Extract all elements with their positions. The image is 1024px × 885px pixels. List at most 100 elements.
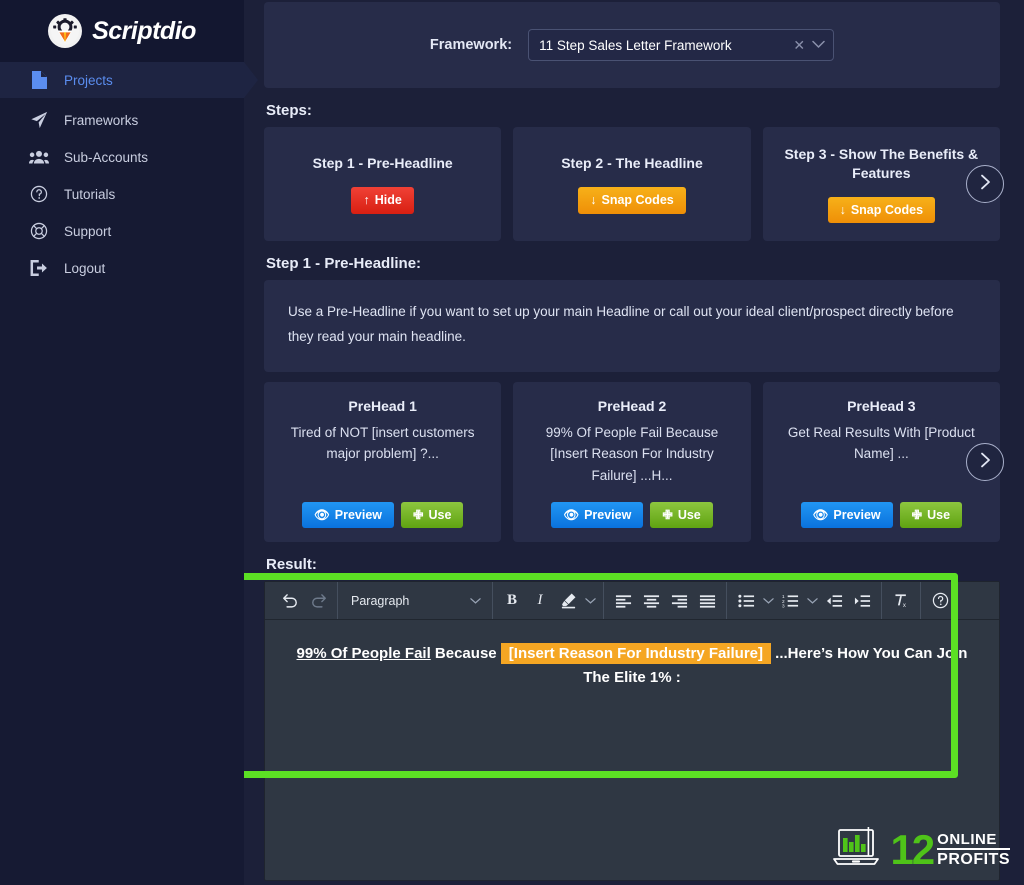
highlighter-pen-icon[interactable]	[554, 587, 582, 615]
main-content: Framework: 11 Step Sales Letter Framewor…	[244, 0, 1024, 885]
arrow-up-icon: ↑	[363, 193, 370, 208]
sidebar-item-label: Logout	[64, 260, 106, 276]
steps-next-arrow-button[interactable]	[966, 165, 1004, 203]
align-left-icon[interactable]	[609, 587, 637, 615]
watermark-words: ONLINE PROFITS	[937, 832, 1010, 868]
step-card[interactable]: Step 2 - The Headline ↓ Snap Codes	[513, 127, 751, 241]
app-root: Scriptdio Projects Frameworks Sub-Accoun…	[0, 0, 1024, 885]
plus-icon: ✙	[413, 507, 424, 522]
preview-button[interactable]: 👁 Preview	[800, 501, 893, 528]
sidebar-item-label: Support	[64, 223, 112, 239]
prehead-card-actions: 👁 Preview ✙ Use	[551, 501, 713, 528]
chevron-right-icon	[980, 174, 991, 195]
chevron-down-icon[interactable]	[760, 587, 776, 615]
snap-codes-button-label: Snap Codes	[850, 202, 924, 217]
steps-heading: Steps:	[266, 102, 312, 119]
life-ring-icon	[28, 220, 50, 242]
preheads-next-arrow-button[interactable]	[966, 443, 1004, 481]
step-card[interactable]: Step 3 - Show The Benefits & Features ↓ …	[762, 127, 1000, 241]
undo-arrow-icon[interactable]	[276, 587, 304, 615]
step-card-title: Step 2 - The Headline	[561, 155, 703, 172]
watermark-logo: 12 ONLINE PROFITS	[832, 826, 1010, 873]
document-icon	[28, 69, 50, 91]
chevron-down-icon[interactable]	[812, 38, 825, 52]
align-right-icon[interactable]	[665, 587, 693, 615]
framework-select[interactable]: 11 Step Sales Letter Framework ✕	[528, 29, 835, 61]
sidebar-item-logout[interactable]: Logout	[0, 250, 244, 286]
toolbar-group-help	[921, 582, 959, 619]
preview-button-label: Preview	[334, 507, 383, 522]
block-format-value: Paragraph	[351, 593, 410, 608]
outdent-icon[interactable]	[820, 587, 848, 615]
preview-button-label: Preview	[584, 507, 632, 522]
redo-arrow-icon[interactable]	[304, 587, 332, 615]
sidebar-item-label: Tutorials	[64, 186, 116, 202]
result-plain-text-1: Because	[430, 645, 501, 662]
sidebar-item-label: Projects	[64, 72, 113, 88]
numbered-list-icon[interactable]: 1 2 3	[776, 587, 804, 615]
close-x-icon[interactable]: ✕	[786, 37, 812, 54]
hide-button[interactable]: ↑ Hide	[351, 187, 414, 214]
chevron-down-icon[interactable]	[582, 587, 598, 615]
step-description-text: Use a Pre-Headline if you want to set up…	[288, 304, 954, 344]
eye-icon: 👁	[313, 507, 330, 522]
sidebar-item-projects[interactable]: Projects	[0, 62, 258, 98]
sidebar-nav: Projects Frameworks Sub-Accounts Tutoria…	[0, 62, 258, 286]
eye-icon: 👁	[563, 507, 580, 522]
framework-panel: Framework: 11 Step Sales Letter Framewor…	[264, 2, 1000, 88]
bullet-list-icon[interactable]	[732, 587, 760, 615]
prehead-card: PreHead 1 Tired of NOT [insert customers…	[264, 382, 502, 542]
toolbar-group-history	[271, 582, 338, 619]
sidebar: Scriptdio Projects Frameworks Sub-Accoun…	[0, 0, 258, 885]
watermark-line-2: PROFITS	[937, 850, 1010, 868]
align-center-icon[interactable]	[637, 587, 665, 615]
plus-icon: ✙	[662, 507, 673, 522]
sidebar-item-tutorials[interactable]: Tutorials	[0, 176, 244, 212]
clear-formatting-icon[interactable]: x	[887, 587, 915, 615]
watermark-number: 12	[890, 825, 935, 873]
question-circle-icon[interactable]	[926, 587, 954, 615]
use-button[interactable]: ✙ Use	[401, 501, 464, 528]
snap-codes-button-label: Snap Codes	[601, 193, 674, 208]
prehead-card-text: Tired of NOT [insert customers major pro…	[290, 425, 475, 462]
content-scroll-area: Framework: 11 Step Sales Letter Framewor…	[244, 2, 1024, 881]
preview-button[interactable]: 👁 Preview	[301, 501, 395, 528]
use-button-label: Use	[428, 507, 452, 522]
question-circle-icon	[28, 183, 50, 205]
prehead-card-title: PreHead 1	[348, 398, 417, 414]
toolbar-group-block-format: Paragraph	[338, 582, 493, 619]
result-heading: Result:	[266, 556, 317, 573]
use-button-label: Use	[677, 507, 701, 522]
step-detail-heading: Step 1 - Pre-Headline:	[266, 255, 422, 272]
sidebar-item-support[interactable]: Support	[0, 213, 244, 249]
prehead-card: PreHead 2 99% Of People Fail Because [In…	[513, 382, 751, 542]
use-button[interactable]: ✙ Use	[650, 501, 713, 528]
sidebar-item-label: Sub-Accounts	[64, 149, 149, 165]
arrow-down-icon: ↓	[839, 202, 846, 217]
italic-button[interactable]: I	[526, 587, 554, 615]
sidebar-item-sub-accounts[interactable]: Sub-Accounts	[0, 139, 244, 175]
sidebar-item-frameworks[interactable]: Frameworks	[0, 102, 244, 138]
block-format-select[interactable]: Paragraph	[343, 587, 487, 615]
align-justify-icon[interactable]	[693, 587, 721, 615]
use-button[interactable]: ✙ Use	[899, 501, 963, 528]
framework-label: Framework:	[429, 37, 513, 53]
chevron-down-icon[interactable]	[804, 587, 820, 615]
prehead-card-title: PreHead 3	[847, 398, 916, 414]
prehead-card-actions: 👁 Preview ✙ Use	[800, 501, 963, 528]
result-highlighted-text: [Insert Reason For Industry Failure]	[500, 643, 772, 664]
paper-plane-icon	[28, 109, 50, 131]
step-card[interactable]: Step 1 - Pre-Headline ↑ Hide	[264, 127, 502, 241]
preview-button-label: Preview	[833, 507, 881, 522]
svg-text:3: 3	[782, 603, 785, 607]
framework-row: Framework: 11 Step Sales Letter Framewor…	[429, 29, 835, 61]
snap-codes-button[interactable]: ↓ Snap Codes	[578, 187, 686, 214]
snap-codes-button[interactable]: ↓ Snap Codes	[827, 196, 936, 224]
preview-button[interactable]: 👁 Preview	[551, 501, 644, 528]
editor-toolbar: Paragraph B I 1 2 3 x	[265, 582, 999, 620]
toolbar-group-text-style: B I	[493, 582, 604, 619]
bold-button[interactable]: B	[498, 587, 526, 615]
toolbar-group-alignment	[604, 582, 727, 619]
indent-icon[interactable]	[848, 587, 876, 615]
eye-icon: 👁	[812, 507, 829, 522]
